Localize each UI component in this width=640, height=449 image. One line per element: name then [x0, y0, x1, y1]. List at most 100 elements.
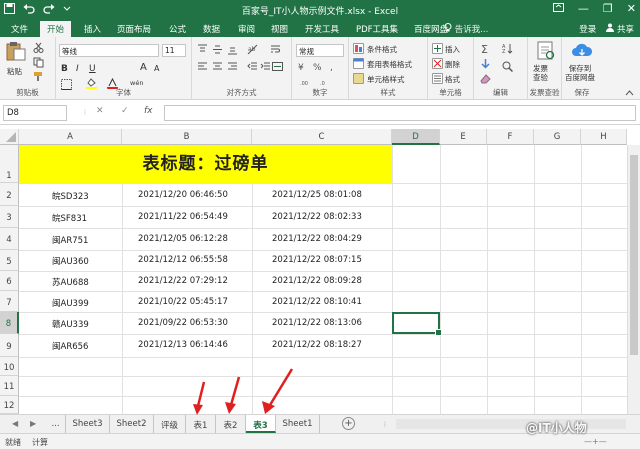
format-painter-icon[interactable] — [33, 71, 44, 82]
column-header-h[interactable]: H — [581, 129, 627, 145]
cut-icon[interactable] — [33, 42, 44, 53]
cell-b4[interactable]: 2021/12/05 06:12:28 — [138, 234, 228, 244]
tab-page-layout[interactable]: 页面布局 — [117, 23, 151, 35]
tab-view[interactable]: 视图 — [271, 23, 288, 35]
align-bottom-icon[interactable] — [227, 44, 238, 55]
decrease-indent-icon[interactable] — [247, 61, 258, 72]
align-middle-icon[interactable] — [212, 44, 223, 55]
phonetic-button[interactable]: wén — [130, 79, 143, 87]
align-center-icon[interactable] — [212, 61, 223, 72]
paste-button[interactable]: 粘贴 — [4, 41, 28, 81]
row-header-9[interactable]: 9 — [0, 334, 19, 357]
select-all-corner[interactable] — [0, 129, 19, 145]
tell-me-search[interactable]: 告诉我... — [444, 23, 488, 35]
prev-sheet-icon[interactable]: ◀ — [12, 419, 18, 428]
cell-b7[interactable]: 2021/10/22 05:45:17 — [138, 297, 228, 307]
confirm-entry-button[interactable]: ✓ — [121, 106, 129, 116]
sheet-title-cell[interactable]: 表标题：过磅单 — [19, 145, 392, 183]
column-header-g[interactable]: G — [534, 129, 581, 145]
vertical-scrollbar[interactable] — [627, 145, 640, 414]
underline-button[interactable]: U — [89, 64, 96, 74]
sheet-tab-sheet1[interactable]: Sheet1 — [276, 415, 320, 433]
close-button[interactable]: ✕ — [627, 2, 636, 16]
row-header-4[interactable]: 4 — [0, 228, 19, 250]
cell-b5[interactable]: 2021/12/12 06:55:58 — [138, 255, 228, 265]
cell-c3[interactable]: 2021/12/22 08:02:33 — [272, 212, 362, 222]
cell-styles-button[interactable]: 单元格样式 — [367, 74, 405, 85]
find-select-icon[interactable] — [502, 61, 513, 72]
cell-c4[interactable]: 2021/12/22 08:04:29 — [272, 234, 362, 244]
row-header-10[interactable]: 10 — [0, 357, 19, 376]
row-header-6[interactable]: 6 — [0, 271, 19, 291]
tab-review[interactable]: 审阅 — [238, 23, 255, 35]
insert-function-button[interactable]: fx — [144, 106, 153, 116]
row-header-12[interactable]: 12 — [0, 396, 19, 414]
currency-icon[interactable]: ¥ — [297, 61, 308, 72]
cell-a2[interactable]: 皖SD323 — [52, 190, 89, 202]
cell-c6[interactable]: 2021/12/22 08:09:28 — [272, 276, 362, 286]
comma-style-icon[interactable]: , — [328, 61, 339, 72]
cell-a9[interactable]: 闽AR656 — [52, 340, 88, 352]
zoom-slider-icon[interactable]: —+— — [584, 437, 607, 446]
cell-b8[interactable]: 2021/09/22 06:53:30 — [138, 318, 228, 328]
sheet-tab-more[interactable]: ... — [46, 415, 66, 433]
conditional-format-button[interactable]: 条件格式 — [367, 44, 397, 55]
tab-data[interactable]: 数据 — [203, 23, 220, 35]
column-header-f[interactable]: F — [487, 129, 534, 145]
bold-button[interactable]: B — [61, 64, 68, 74]
cell-a5[interactable]: 闽AU360 — [52, 255, 89, 267]
column-header-a[interactable]: A — [19, 129, 122, 145]
tab-insert[interactable]: 插入 — [84, 23, 101, 35]
column-header-d[interactable]: D — [392, 129, 440, 145]
align-left-icon[interactable] — [197, 61, 208, 72]
column-header-c[interactable]: C — [252, 129, 392, 145]
font-name-combo[interactable]: 等线 — [59, 44, 159, 57]
format-cells-button[interactable]: 格式 — [445, 74, 460, 85]
sheet-tab-table1[interactable]: 表1 — [186, 415, 216, 433]
fill-icon[interactable] — [480, 58, 491, 69]
font-size-combo[interactable]: 11 — [162, 44, 186, 57]
clear-icon[interactable] — [480, 73, 491, 84]
cell-c2[interactable]: 2021/12/25 08:01:08 — [272, 190, 362, 200]
shrink-font-button[interactable]: A — [154, 64, 159, 73]
align-right-icon[interactable] — [227, 61, 238, 72]
row-header-3[interactable]: 3 — [0, 206, 19, 228]
collapse-ribbon-icon[interactable] — [625, 90, 634, 96]
tab-formulas[interactable]: 公式 — [169, 23, 186, 35]
sheet-tab-sheet3[interactable]: Sheet3 — [66, 415, 110, 433]
insert-cells-button[interactable]: 插入 — [445, 44, 460, 55]
tab-developer[interactable]: 开发工具 — [305, 23, 339, 35]
align-top-icon[interactable] — [197, 44, 208, 55]
row-header-11[interactable]: 11 — [0, 376, 19, 396]
tab-pdf-tools[interactable]: PDF工具集 — [356, 23, 398, 35]
cell-a7[interactable]: 闽AU399 — [52, 297, 89, 309]
status-calc[interactable]: 计算 — [32, 437, 48, 448]
sheet-tab-table2[interactable]: 表2 — [216, 415, 246, 433]
format-as-table-button[interactable]: 套用表格格式 — [367, 59, 412, 70]
login-link[interactable]: 登录 — [579, 23, 596, 35]
row-header-1[interactable]: 1 — [0, 145, 19, 183]
row-header-2[interactable]: 2 — [0, 183, 19, 206]
row-header-5[interactable]: 5 — [0, 250, 19, 271]
cell-a6[interactable]: 苏AU688 — [52, 276, 89, 288]
cell-b2[interactable]: 2021/12/20 06:46:50 — [138, 190, 228, 200]
formula-input[interactable] — [164, 105, 636, 121]
cell-a4[interactable]: 闽AR751 — [52, 234, 88, 246]
number-format-combo[interactable]: 常规 — [296, 44, 344, 57]
worksheet-grid[interactable]: A B C D E F G H 1 2 3 4 5 6 7 8 9 10 11 … — [0, 129, 640, 414]
autosum-icon[interactable]: Σ — [480, 43, 491, 54]
cell-c7[interactable]: 2021/12/22 08:10:41 — [272, 297, 362, 307]
row-header-7[interactable]: 7 — [0, 291, 19, 312]
minimize-button[interactable]: — — [578, 2, 589, 16]
sheet-tab-sheet2[interactable]: Sheet2 — [110, 415, 154, 433]
tab-file[interactable]: 文件 — [11, 23, 28, 35]
increase-indent-icon[interactable] — [260, 61, 271, 72]
share-button[interactable]: 共享 — [606, 23, 634, 35]
cell-a8[interactable]: 赣AU339 — [52, 318, 89, 330]
sheet-tab-rating[interactable]: 评级 — [154, 415, 186, 433]
sort-filter-icon[interactable]: AZ — [502, 43, 513, 54]
cell-a3[interactable]: 皖SF831 — [52, 212, 87, 224]
copy-icon[interactable] — [33, 57, 44, 68]
delete-cells-button[interactable]: 删除 — [445, 59, 460, 70]
cell-c8[interactable]: 2021/12/22 08:13:06 — [272, 318, 362, 328]
